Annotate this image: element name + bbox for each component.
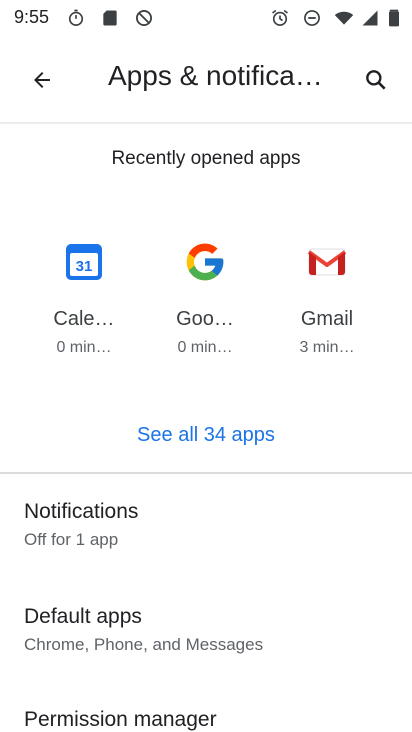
- alarm-icon: [272, 9, 288, 26]
- minus-circle-icon: [304, 10, 320, 26]
- default-apps-item[interactable]: Default apps Chrome, Phone, and Messages: [0, 605, 412, 655]
- arrow-back-icon: [34, 72, 50, 88]
- app-name: Gmail: [300, 308, 354, 330]
- item-title: Default apps: [24, 605, 142, 628]
- item-subtitle: Chrome, Phone, and Messages: [24, 635, 264, 654]
- app-usage-time: 0 min…: [177, 339, 233, 356]
- status-bar: 9:55: [0, 0, 412, 36]
- item-title: Notifications: [24, 500, 139, 523]
- divider: [0, 122, 412, 124]
- item-title: Permission manager: [24, 708, 217, 731]
- app-bar: Apps & notifications: [0, 36, 412, 120]
- stopwatch-icon: [68, 9, 84, 26]
- search-icon: [366, 70, 386, 90]
- app-name: Goo…: [176, 308, 234, 330]
- app-usage-time: 3 min…: [299, 339, 355, 356]
- cellular-signal-icon: [362, 10, 378, 26]
- gmail-icon: [301, 236, 353, 288]
- recent-app-google[interactable]: Goo… 0 min…: [155, 236, 255, 366]
- wifi-icon: [334, 11, 354, 25]
- calendar-icon: 31: [58, 236, 110, 288]
- see-all-apps-link[interactable]: See all 34 apps: [0, 424, 412, 447]
- divider: [0, 472, 412, 474]
- app-usage-time: 0 min…: [56, 339, 112, 356]
- sd-card-icon: [103, 10, 117, 26]
- search-button[interactable]: [354, 58, 398, 102]
- notifications-item[interactable]: Notifications Off for 1 app: [0, 500, 412, 550]
- google-icon: [179, 236, 231, 288]
- recent-app-calendar[interactable]: 31 Cale… 0 min…: [34, 236, 134, 366]
- item-subtitle: Off for 1 app: [24, 530, 119, 549]
- svg-text:31: 31: [76, 258, 93, 275]
- back-button[interactable]: [20, 58, 64, 102]
- battery-icon: [389, 9, 399, 27]
- recent-app-gmail[interactable]: Gmail 3 min…: [277, 236, 377, 366]
- recent-apps-title: Recently opened apps: [111, 148, 301, 169]
- do-not-disturb-off-icon: [136, 10, 152, 26]
- status-time: 9:55: [14, 7, 50, 27]
- permission-manager-item[interactable]: Permission manager: [0, 708, 412, 732]
- page-title: Apps & notifications: [108, 60, 330, 91]
- app-name: Cale…: [53, 308, 115, 330]
